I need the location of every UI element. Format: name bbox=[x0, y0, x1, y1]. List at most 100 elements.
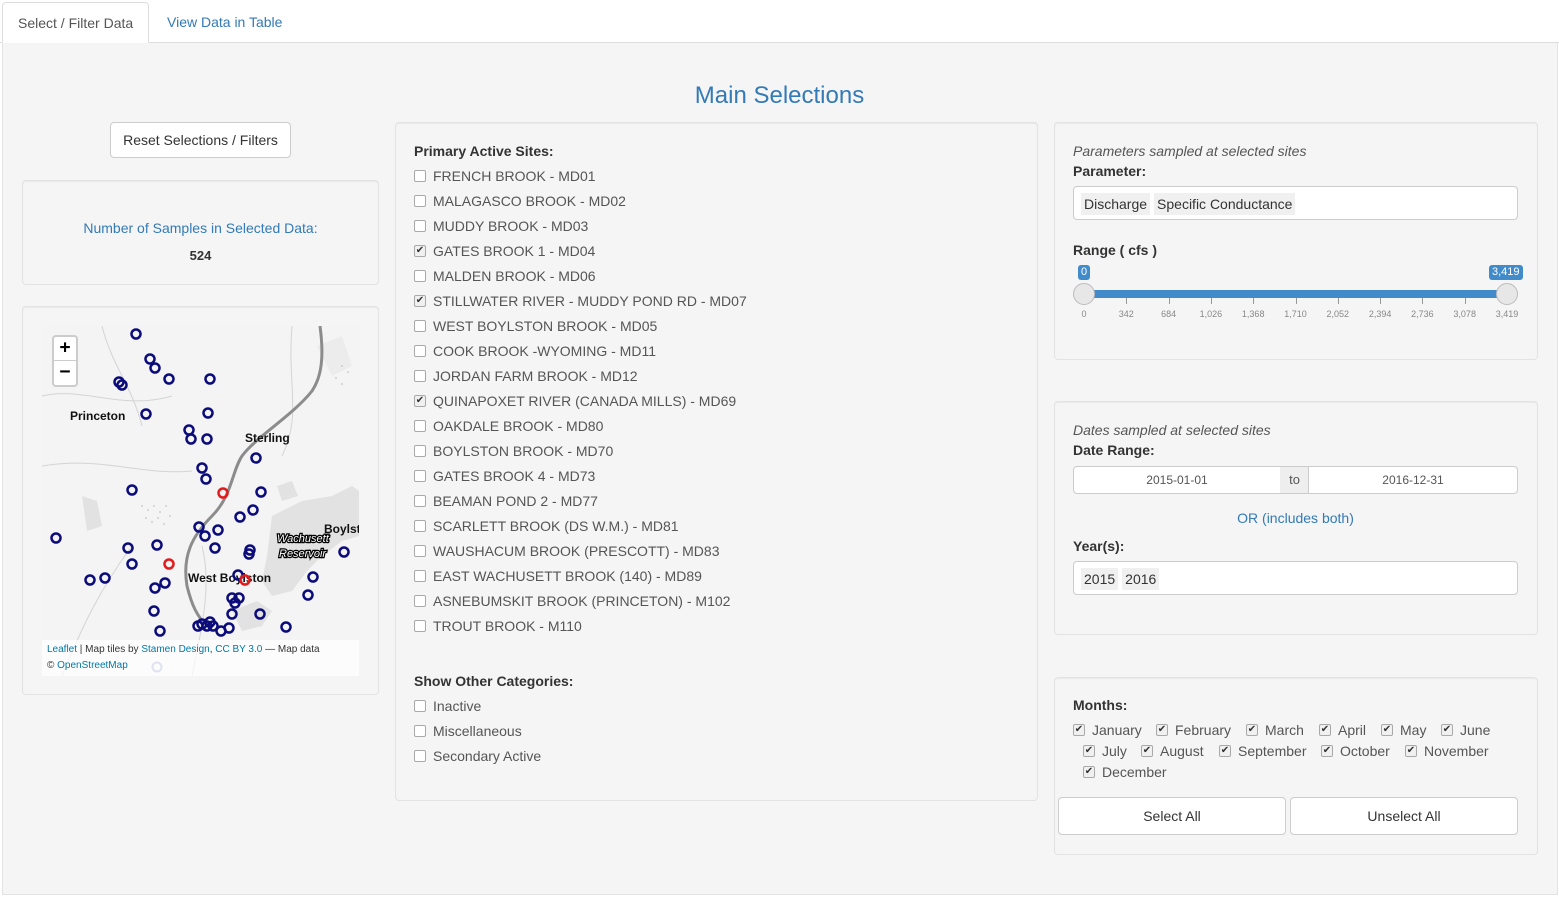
site-checkbox-item[interactable]: MUDDY BROOK - MD03 bbox=[414, 216, 588, 236]
month-checkbox-item[interactable]: ✔ July bbox=[1083, 741, 1127, 761]
category-checkbox-item[interactable]: Inactive bbox=[414, 696, 481, 716]
month-checkbox-item[interactable]: ✔ February bbox=[1156, 720, 1231, 740]
checkbox[interactable]: ✔ bbox=[1156, 724, 1168, 736]
month-checkbox-item[interactable]: ✔ April bbox=[1319, 720, 1366, 740]
site-marker[interactable] bbox=[338, 546, 350, 558]
site-checkbox-item[interactable]: EAST WACHUSETT BROOK (140) - MD89 bbox=[414, 566, 702, 586]
site-marker[interactable] bbox=[212, 524, 224, 536]
checkbox[interactable]: ✔ bbox=[1381, 724, 1393, 736]
checkbox[interactable]: ✔ bbox=[1219, 745, 1231, 757]
end-date-input[interactable]: 2016-12-31 bbox=[1308, 466, 1518, 494]
tab-view-data-in-table[interactable]: View Data in Table bbox=[152, 2, 297, 43]
site-marker[interactable] bbox=[234, 511, 246, 523]
checkbox[interactable]: ✔ bbox=[414, 245, 426, 257]
month-checkbox-item[interactable]: ✔ November bbox=[1405, 741, 1489, 761]
site-marker[interactable] bbox=[149, 362, 161, 374]
site-marker[interactable] bbox=[255, 486, 267, 498]
year-chip-2016[interactable]: 2016 bbox=[1122, 568, 1160, 590]
tab-select-filter-data[interactable]: Select / Filter Data bbox=[2, 2, 150, 43]
category-checkbox-item[interactable]: Secondary Active bbox=[414, 746, 541, 766]
site-checkbox-item[interactable]: JORDAN FARM BROOK - MD12 bbox=[414, 366, 638, 386]
checkbox[interactable] bbox=[414, 370, 426, 382]
checkbox[interactable] bbox=[414, 700, 426, 712]
site-marker[interactable] bbox=[201, 433, 213, 445]
site-checkbox-item[interactable]: WAUSHACUM BROOK (PRESCOTT) - MD83 bbox=[414, 541, 720, 561]
parameter-chip-specific-conductance[interactable]: Specific Conductance bbox=[1154, 193, 1296, 215]
cc-link[interactable]: CC BY 3.0 bbox=[215, 644, 262, 655]
checkbox[interactable]: ✔ bbox=[1246, 724, 1258, 736]
start-date-input[interactable]: 2015-01-01 bbox=[1073, 466, 1281, 494]
site-marker[interactable] bbox=[163, 373, 175, 385]
site-map[interactable]: Princeton Sterling Boylst West Boylston … bbox=[42, 326, 359, 676]
month-checkbox-item[interactable]: ✔ September bbox=[1219, 741, 1306, 761]
site-checkbox-item[interactable]: FRENCH BROOK - MD01 bbox=[414, 166, 596, 186]
select-all-button[interactable]: Select All bbox=[1058, 797, 1286, 835]
category-checkbox-item[interactable]: Miscellaneous bbox=[414, 721, 522, 741]
checkbox[interactable] bbox=[414, 220, 426, 232]
range-from-handle[interactable] bbox=[1073, 283, 1095, 305]
checkbox[interactable] bbox=[414, 195, 426, 207]
site-marker[interactable] bbox=[126, 484, 138, 496]
checkbox[interactable] bbox=[414, 270, 426, 282]
site-marker[interactable] bbox=[202, 407, 214, 419]
checkbox[interactable]: ✔ bbox=[1319, 724, 1331, 736]
checkbox[interactable]: ✔ bbox=[1083, 745, 1095, 757]
site-checkbox-item[interactable]: BEAMAN POND 2 - MD77 bbox=[414, 491, 598, 511]
checkbox[interactable] bbox=[414, 345, 426, 357]
site-checkbox-item[interactable]: COOK BROOK -WYOMING - MD11 bbox=[414, 341, 656, 361]
site-marker[interactable] bbox=[154, 625, 166, 637]
site-checkbox-item[interactable]: TROUT BROOK - M110 bbox=[414, 616, 582, 636]
month-checkbox-item[interactable]: ✔ June bbox=[1441, 720, 1490, 740]
site-marker[interactable] bbox=[99, 572, 111, 584]
checkbox[interactable] bbox=[414, 595, 426, 607]
month-checkbox-item[interactable]: ✔ October bbox=[1321, 741, 1390, 761]
checkbox[interactable]: ✔ bbox=[1441, 724, 1453, 736]
site-marker[interactable] bbox=[196, 462, 208, 474]
checkbox[interactable]: ✔ bbox=[1073, 724, 1085, 736]
checkbox[interactable] bbox=[414, 420, 426, 432]
range-to-handle[interactable] bbox=[1496, 283, 1518, 305]
month-checkbox-item[interactable]: ✔ May bbox=[1381, 720, 1426, 740]
checkbox[interactable]: ✔ bbox=[1083, 766, 1095, 778]
site-marker[interactable] bbox=[149, 582, 161, 594]
range-slider-bar[interactable] bbox=[1084, 290, 1507, 298]
site-checkbox-item[interactable]: WEST BOYLSTON BROOK - MD05 bbox=[414, 316, 657, 336]
site-checkbox-item[interactable]: ✔ GATES BROOK 1 - MD04 bbox=[414, 241, 595, 261]
site-marker[interactable] bbox=[151, 539, 163, 551]
site-marker[interactable] bbox=[144, 353, 156, 365]
site-marker[interactable] bbox=[183, 424, 195, 436]
leaflet-link[interactable]: Leaflet bbox=[47, 644, 77, 655]
site-marker[interactable] bbox=[140, 408, 152, 420]
checkbox[interactable]: ✔ bbox=[1321, 745, 1333, 757]
site-checkbox-item[interactable]: ASNEBUMSKIT BROOK (PRINCETON) - M102 bbox=[414, 591, 730, 611]
checkbox[interactable]: ✔ bbox=[1141, 745, 1153, 757]
site-checkbox-item[interactable]: OAKDALE BROOK - MD80 bbox=[414, 416, 603, 436]
site-marker[interactable] bbox=[148, 605, 160, 617]
site-checkbox-item[interactable]: SCARLETT BROOK (DS W.M.) - MD81 bbox=[414, 516, 679, 536]
checkbox[interactable] bbox=[414, 495, 426, 507]
parameter-chip-discharge[interactable]: Discharge bbox=[1081, 193, 1151, 215]
checkbox[interactable]: ✔ bbox=[414, 295, 426, 307]
checkbox[interactable]: ✔ bbox=[414, 395, 426, 407]
reset-selections-button[interactable]: Reset Selections / Filters bbox=[110, 122, 291, 158]
month-checkbox-item[interactable]: ✔ January bbox=[1073, 720, 1142, 740]
parameter-select[interactable]: Discharge Specific Conductance bbox=[1073, 186, 1518, 220]
zoom-in-button[interactable]: + bbox=[54, 337, 76, 361]
checkbox[interactable] bbox=[414, 750, 426, 762]
site-marker[interactable] bbox=[307, 571, 319, 583]
unselect-all-button[interactable]: Unselect All bbox=[1290, 797, 1518, 835]
site-checkbox-item[interactable]: ✔ STILLWATER RIVER - MUDDY POND RD - MD07 bbox=[414, 291, 747, 311]
month-checkbox-item[interactable]: ✔ December bbox=[1083, 762, 1167, 782]
site-marker[interactable] bbox=[185, 433, 197, 445]
site-marker[interactable] bbox=[130, 328, 142, 340]
site-marker[interactable] bbox=[126, 558, 138, 570]
site-marker[interactable] bbox=[199, 530, 211, 542]
site-marker[interactable] bbox=[209, 542, 221, 554]
site-checkbox-item[interactable]: MALDEN BROOK - MD06 bbox=[414, 266, 596, 286]
selected-site-marker[interactable] bbox=[163, 558, 175, 570]
site-checkbox-item[interactable]: ✔ QUINAPOXET RIVER (CANADA MILLS) - MD69 bbox=[414, 391, 736, 411]
site-marker[interactable] bbox=[50, 532, 62, 544]
year-chip-2015[interactable]: 2015 bbox=[1081, 568, 1119, 590]
osm-link[interactable]: OpenStreetMap bbox=[57, 660, 128, 671]
years-select[interactable]: 2015 2016 bbox=[1073, 561, 1518, 595]
